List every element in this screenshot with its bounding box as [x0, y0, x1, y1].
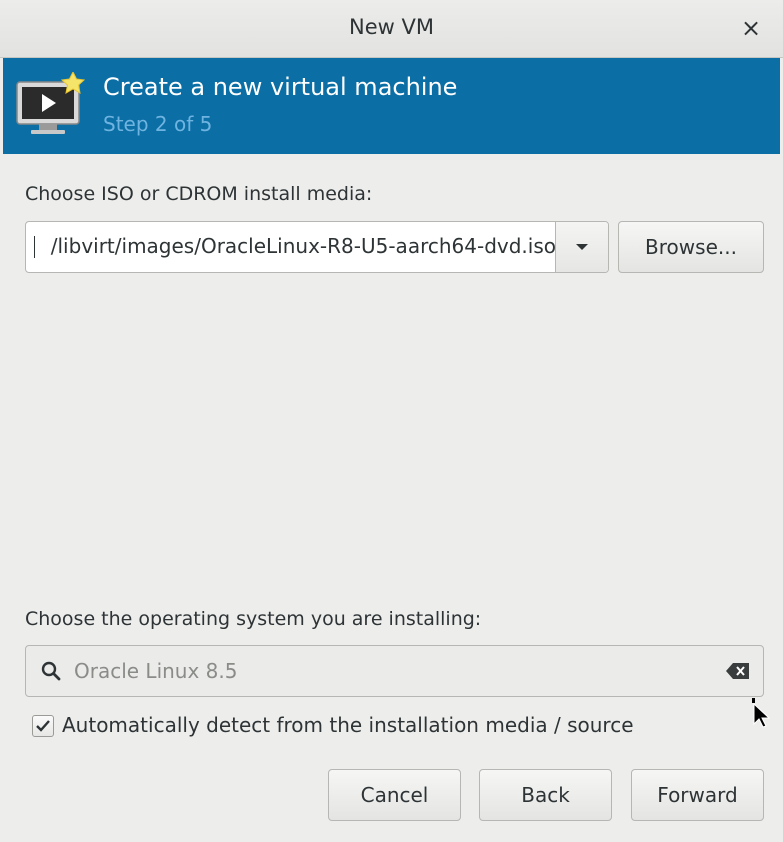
install-media-label: Choose ISO or CDROM install media: — [25, 183, 373, 205]
chevron-down-icon — [576, 244, 588, 250]
os-label: Choose the operating system you are inst… — [25, 608, 482, 630]
install-media-combo[interactable]: /libvirt/images/OracleLinux-R8-U5-aarch6… — [25, 221, 609, 273]
install-media-input[interactable]: /libvirt/images/OracleLinux-R8-U5-aarch6… — [36, 234, 556, 258]
text-cursor — [34, 236, 35, 258]
title-bar[interactable]: New VM × — [0, 0, 783, 58]
mouse-pointer-icon — [752, 698, 770, 728]
install-media-dropdown-button[interactable] — [555, 222, 608, 272]
close-icon[interactable]: × — [737, 14, 765, 42]
wizard-title: Create a new virtual machine — [103, 73, 458, 101]
os-search-field[interactable]: Oracle Linux 8.5 — [25, 645, 764, 697]
clear-text-icon[interactable] — [725, 661, 751, 681]
checkmark-icon — [36, 720, 50, 732]
back-button[interactable]: Back — [479, 769, 612, 821]
auto-detect-label: Automatically detect from the installati… — [62, 713, 634, 737]
window-title: New VM — [349, 15, 434, 39]
browse-button[interactable]: Browse... — [618, 221, 764, 273]
wizard-header: Create a new virtual machine Step 2 of 5 — [3, 58, 780, 154]
wizard-step: Step 2 of 5 — [103, 112, 213, 136]
new-vm-dialog: New VM × Create a new virtual machine St… — [0, 0, 783, 842]
os-search-input[interactable]: Oracle Linux 8.5 — [74, 659, 238, 683]
search-icon — [41, 661, 61, 681]
vm-display-icon — [16, 72, 86, 134]
cancel-button[interactable]: Cancel — [328, 769, 461, 821]
forward-button[interactable]: Forward — [631, 769, 764, 821]
auto-detect-checkbox[interactable] — [32, 715, 54, 737]
